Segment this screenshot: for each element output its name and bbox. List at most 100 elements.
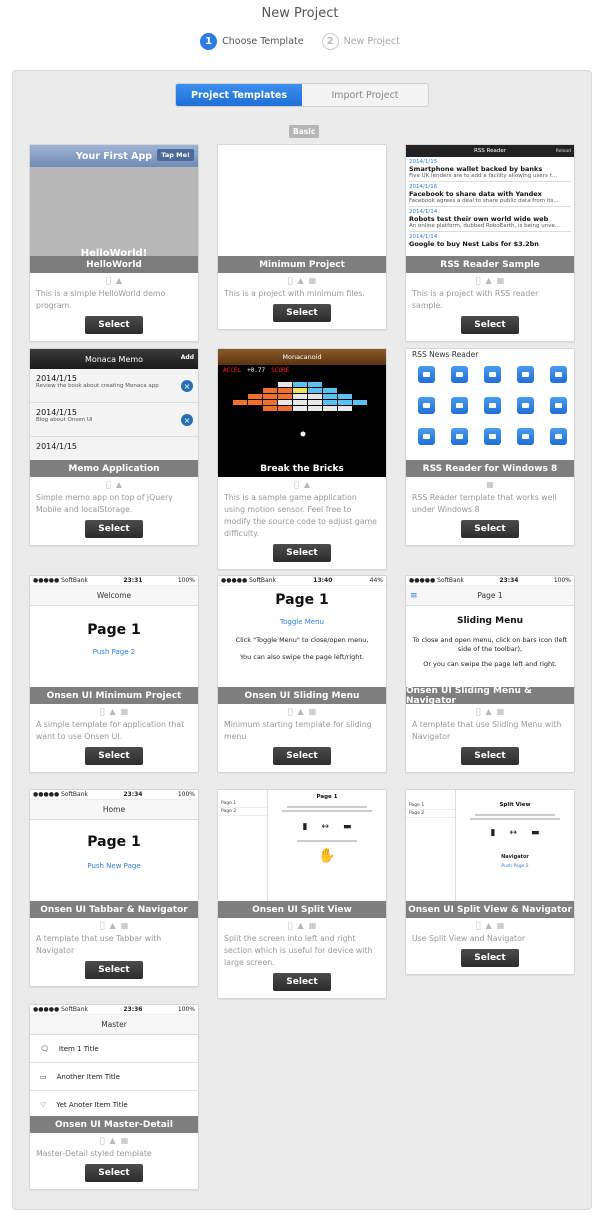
android-icon: ▲ xyxy=(113,276,122,285)
template-description: This is a project with RSS reader sample… xyxy=(412,289,539,310)
select-button[interactable]: Select xyxy=(461,316,519,334)
time-label: 13:40 xyxy=(313,577,333,584)
template-card-rss-reader-sample[interactable]: RSS Reader Reload 2014/1/15 Smartphone w… xyxy=(405,144,575,342)
template-card-onsen-tabbar[interactable]: ●●●●● SoftBank 23:34 100% Home Page 1 Push… xyxy=(29,789,199,987)
preview-feed-item: 2014/1/16 Facebook to share data with Ya… xyxy=(409,182,571,207)
side-item: Page 2 xyxy=(406,810,455,818)
template-title: RSS Reader for Windows 8 xyxy=(406,460,574,477)
android-icon: ▲ xyxy=(301,480,310,489)
preview-text: You can also swipe the page left/right. xyxy=(239,653,365,661)
platform-icons: ▲ xyxy=(218,477,386,492)
select-button[interactable]: Select xyxy=(85,961,143,979)
select-button[interactable]: Select xyxy=(273,747,331,765)
select-button[interactable]: Select xyxy=(273,544,331,562)
score-label: SCORE xyxy=(271,367,290,374)
template-card-helloworld[interactable]: Your First App Tap Me! HelloWorld! Hello… xyxy=(29,144,199,342)
select-button[interactable]: Select xyxy=(85,520,143,538)
template-card-rss-reader-windows8[interactable]: RSS News Reader RSS Reader for Windows 8… xyxy=(405,348,575,546)
feed-title: Google to buy Nest Labs for $3.2bn xyxy=(409,240,539,248)
platform-icons: ▲▦ xyxy=(218,704,386,719)
template-card-onsen-master-detail[interactable]: ●●●●● SoftBank 23:36 100% Master 🗨 Item 1 T… xyxy=(29,1004,199,1190)
memo-text: Review the book about creating Monaca ap… xyxy=(36,383,159,389)
tile-icon xyxy=(484,428,501,445)
preview-header: Monacanoid xyxy=(282,353,322,361)
template-card-onsen-minimum[interactable]: ●●●●● SoftBank 23:31 100% Welcome Page 1 P… xyxy=(29,575,199,773)
android-icon: ▲ xyxy=(107,707,116,716)
item-title: Another Item Title xyxy=(56,1072,120,1081)
memo-date: 2014/1/15 xyxy=(36,442,78,451)
template-title: Onsen UI Split View xyxy=(218,901,386,918)
carrier-label: ●●●●● SoftBank xyxy=(409,577,464,584)
step-label: New Project xyxy=(343,36,400,47)
select-button[interactable]: Select xyxy=(461,747,519,765)
template-description: Use Split View and Navigator xyxy=(412,934,526,943)
preview-text: Or you can swipe the page left and right… xyxy=(423,660,557,668)
android-icon: ▲ xyxy=(295,276,304,285)
select-button[interactable]: Select xyxy=(85,747,143,765)
preview-toolbar: Home xyxy=(30,800,198,820)
preview-status-bar: ●●●●● SoftBank 13:40 44% xyxy=(218,576,386,586)
apple-icon:  xyxy=(100,707,105,716)
preview-page-title: Page 1 xyxy=(275,592,329,608)
template-description: Simple memo app on top of jQuery Mobile … xyxy=(36,493,173,514)
select-button[interactable]: Select xyxy=(85,1164,143,1182)
template-title: Onsen UI Master-Detail xyxy=(30,1116,198,1133)
device-icons: ▮ ↔ ▬ xyxy=(302,822,352,832)
preview-push-link: Push New Page xyxy=(87,862,141,870)
page-title: New Project xyxy=(261,6,339,21)
battery-label: 100% xyxy=(177,577,195,584)
android-icon: ▲ xyxy=(107,1136,116,1145)
select-button[interactable]: Select xyxy=(85,316,143,334)
memo-date: 2014/1/15 xyxy=(36,408,78,417)
template-preview: RSS News Reader RSS Reader for Windows 8 xyxy=(406,349,574,477)
template-card-onsen-sliding-menu[interactable]: ●●●●● SoftBank 13:40 44% Page 1 Toggle Men… xyxy=(217,575,387,773)
apple-icon:  xyxy=(476,276,481,285)
feed-text: Five UK lenders are to add a facility al… xyxy=(409,173,557,179)
windows-icon: ▦ xyxy=(494,707,505,716)
android-icon: ▲ xyxy=(483,276,492,285)
step-number: 1 xyxy=(200,33,218,50)
apple-icon:  xyxy=(288,276,293,285)
preview-text: Click "Toggle Menu" to close/open menu, xyxy=(235,636,369,644)
preview-side-menu: Page 1 Page 2 xyxy=(406,790,456,918)
windows-icon: ▦ xyxy=(118,1136,129,1145)
platform-icons: ▲▦ xyxy=(406,704,574,719)
template-card-memo-application[interactable]: Monaca Memo Add 2014/1/15 Review the boo… xyxy=(29,348,199,546)
select-button[interactable]: Select xyxy=(273,973,331,991)
template-title: Minimum Project xyxy=(218,256,386,273)
template-description: Minimum starting template for sliding me… xyxy=(224,720,372,741)
template-description: Split the screen into left and right sec… xyxy=(224,934,373,967)
template-title: Onsen UI Minimum Project xyxy=(30,687,198,704)
select-button[interactable]: Select xyxy=(461,520,519,538)
preview-push-link: Push Page 2 xyxy=(92,648,136,656)
preview-text: To close and open menu, click on bars ic… xyxy=(412,636,568,653)
template-card-break-the-bricks[interactable]: Monacanoid ACCEL +0.77 SCORE Break the B… xyxy=(217,348,387,570)
tile-icon xyxy=(451,366,468,383)
select-button[interactable]: Select xyxy=(461,949,519,967)
tab-import-project[interactable]: Import Project xyxy=(302,84,428,106)
template-preview: ●●●●● SoftBank 23:36 100% Master 🗨 Item 1 T… xyxy=(30,1005,198,1133)
tile-icon xyxy=(451,428,468,445)
template-description: A simple template for application that w… xyxy=(36,720,185,741)
template-preview: ●●●●● SoftBank 23:34 100% ≡ Page 1 Sliding… xyxy=(406,576,574,704)
template-card-onsen-split-view[interactable]: Page 1 Page 2 Page 1 ▮ ↔ ▬ ✋ Onsen UI Spli… xyxy=(217,789,387,999)
tab-project-templates[interactable]: Project Templates xyxy=(176,84,302,106)
preview-list-item: ▭ Another Item Title xyxy=(30,1063,198,1091)
wizard-steps: 1 Choose Template 2 New Project xyxy=(0,33,600,50)
template-title: Onsen UI Sliding Menu xyxy=(218,687,386,704)
template-card-minimum-project[interactable]: Minimum Project ▲▦ This is a project wi… xyxy=(217,144,387,330)
platform-icons: ▲▦ xyxy=(30,918,198,933)
template-title: Break the Bricks xyxy=(218,460,386,477)
template-card-onsen-split-navigator[interactable]: Page 1 Page 2 Split View ▮ ↔ ▬ Navigator P… xyxy=(405,789,575,975)
template-title: HelloWorld xyxy=(30,256,198,273)
feed-title: Robots test their own world wide web xyxy=(409,215,549,223)
template-card-onsen-sliding-navigator[interactable]: ●●●●● SoftBank 23:34 100% ≡ Page 1 Sliding… xyxy=(405,575,575,773)
select-button[interactable]: Select xyxy=(273,304,331,322)
monitor-icon: ▭ xyxy=(40,1072,47,1081)
template-description: A template that use Tabbar with Navigato… xyxy=(36,934,162,955)
template-title: Onsen UI Tabbar & Navigator xyxy=(30,901,198,918)
delete-icon: × xyxy=(181,414,193,426)
preview-toolbar: ≡ Page 1 xyxy=(406,586,574,606)
platform-icons: ▲▦ xyxy=(30,704,198,719)
preview-memo-item: 2014/1/15 Review the book about creating… xyxy=(30,369,198,403)
